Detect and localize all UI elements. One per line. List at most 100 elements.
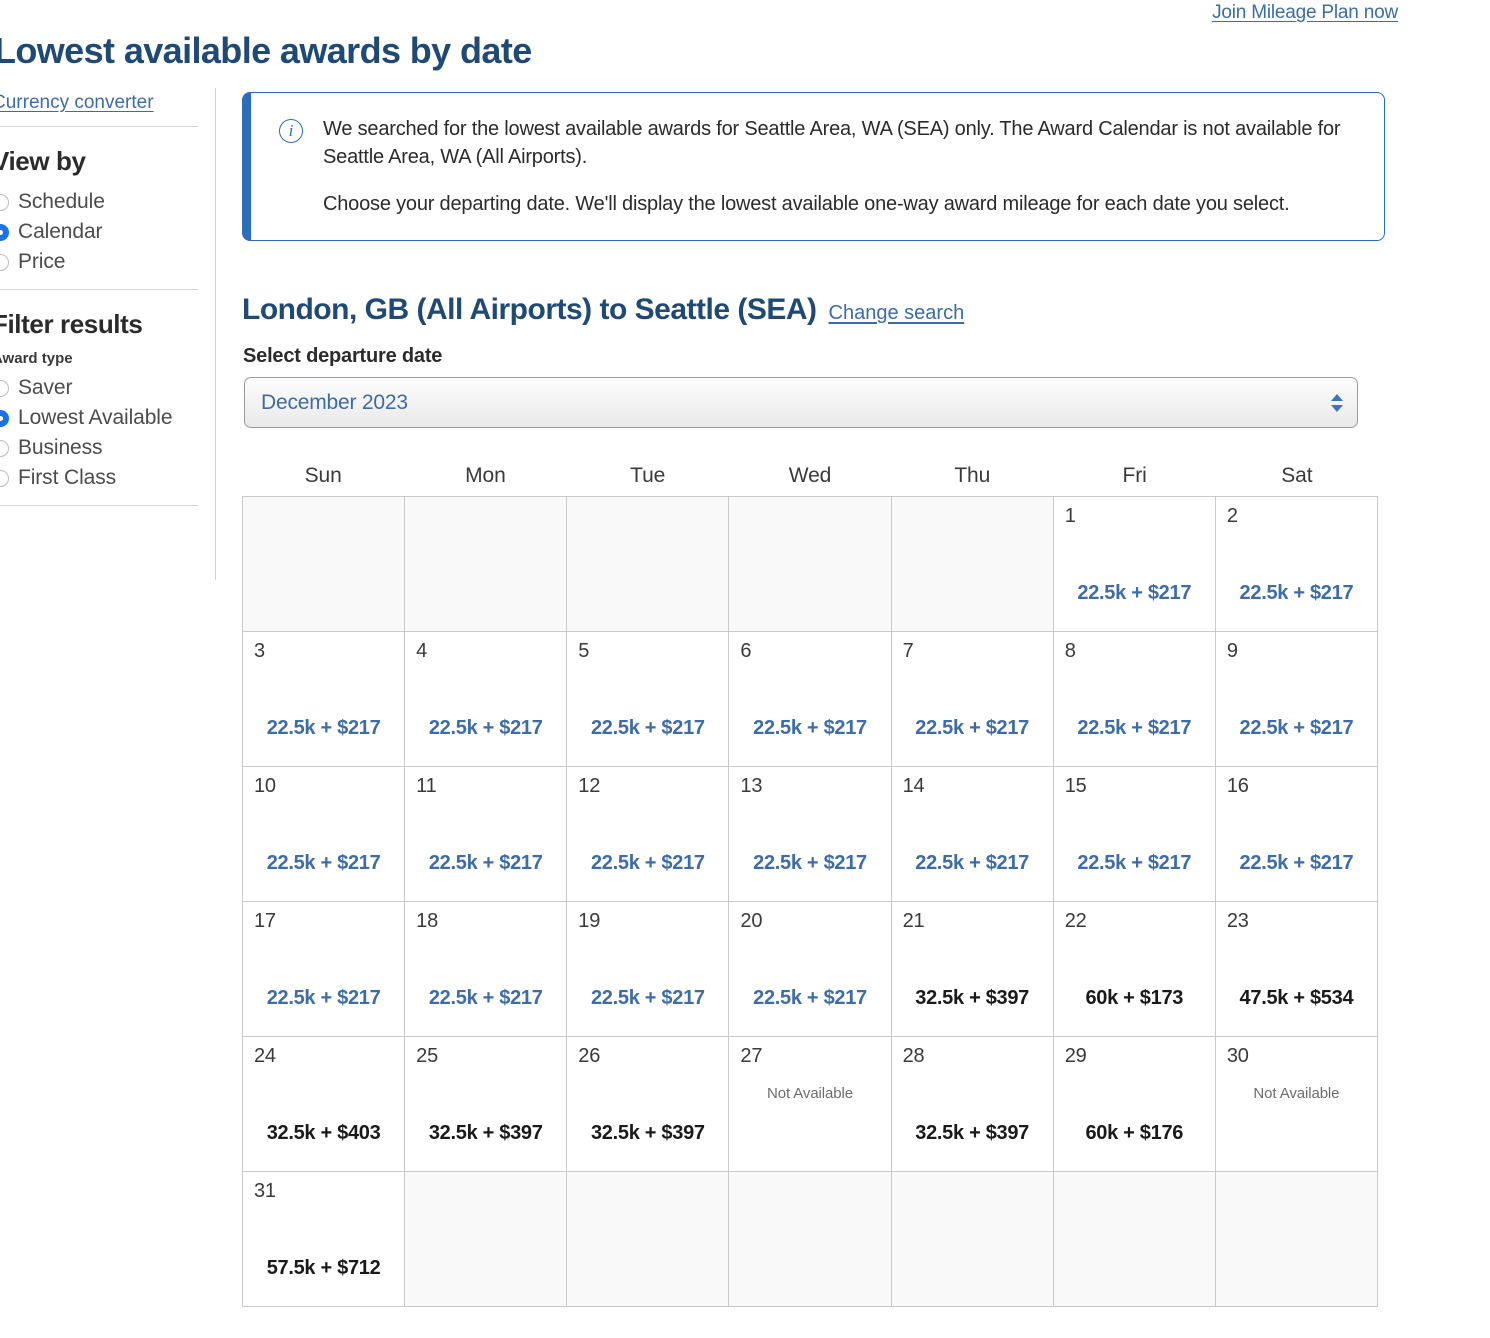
award-type-option-label: Saver <box>18 376 73 399</box>
join-mileage-plan-link[interactable]: Join Mileage Plan now <box>1212 2 1398 24</box>
calendar-day-cell[interactable]: 30 Not Available <box>1215 1037 1378 1172</box>
calendar-day-cell[interactable]: 17 22.5k + $217 <box>243 902 406 1037</box>
calendar-award-price: 22.5k + $217 <box>1239 717 1354 739</box>
calendar-day-cell[interactable]: 14 22.5k + $217 <box>891 767 1054 902</box>
calendar-day-cell[interactable]: 12 22.5k + $217 <box>567 767 730 902</box>
calendar-day-cell[interactable]: 19 22.5k + $217 <box>567 902 730 1037</box>
calendar-award-price: 22.5k + $217 <box>753 852 867 874</box>
calendar-day-cell[interactable]: 4 22.5k + $217 <box>405 632 568 767</box>
calendar-day-cell[interactable]: 13 22.5k + $217 <box>729 767 892 902</box>
calendar-day-number: 20 <box>740 910 763 932</box>
calendar-weekday-wed: Wed <box>788 464 832 487</box>
calendar-day-number: 8 <box>1064 640 1076 662</box>
calendar-day-cell[interactable]: 24 32.5k + $403 <box>243 1037 406 1172</box>
calendar-day-number: 31 <box>254 1180 276 1202</box>
view-by-radio-group: Schedule Calendar Price <box>0 187 208 277</box>
calendar-day-cell[interactable]: 27 Not Available <box>729 1037 892 1172</box>
sidebar-divider-2 <box>0 289 198 290</box>
calendar-day-number: 16 <box>1226 775 1249 797</box>
calendar-cell-empty <box>243 497 406 632</box>
calendar-cell-empty <box>567 497 730 632</box>
calendar-award-price: 22.5k + $217 <box>1239 582 1354 604</box>
radio-icon[interactable] <box>0 439 9 457</box>
radio-icon[interactable] <box>0 193 9 211</box>
radio-icon[interactable] <box>0 409 9 427</box>
calendar-award-price: 22.5k + $217 <box>915 852 1029 874</box>
month-select[interactable]: December 2023 <box>244 377 1358 428</box>
change-search-link[interactable]: Change search <box>829 302 965 325</box>
calendar-day-number: 11 <box>416 775 437 797</box>
calendar-award-price: 22.5k + $217 <box>428 987 543 1009</box>
calendar-award-price: 32.5k + $397 <box>915 987 1029 1009</box>
calendar-day-cell[interactable]: 6 22.5k + $217 <box>729 632 892 767</box>
calendar-day-cell[interactable]: 28 32.5k + $397 <box>891 1037 1054 1172</box>
view-by-option-calendar[interactable]: Calendar <box>0 217 208 247</box>
calendar-day-cell[interactable]: 23 47.5k + $534 <box>1215 902 1378 1037</box>
calendar-award-price: 22.5k + $217 <box>590 852 705 874</box>
calendar-weekday-header: Sun Mon Tue Wed Thu Fri Sat <box>242 464 1378 488</box>
calendar-weekday-thu: Thu <box>954 464 991 487</box>
calendar-day-cell[interactable]: 26 32.5k + $397 <box>567 1037 730 1172</box>
calendar-day-cell[interactable]: 21 32.5k + $397 <box>891 902 1054 1037</box>
calendar-day-cell[interactable]: 5 22.5k + $217 <box>567 632 730 767</box>
calendar-award-price: 22.5k + $217 <box>266 987 381 1009</box>
calendar-day-cell[interactable]: 3 22.5k + $217 <box>243 632 406 767</box>
calendar-award-price: 22.5k + $217 <box>753 717 867 739</box>
calendar-day-cell[interactable]: 31 57.5k + $712 <box>243 1172 406 1307</box>
calendar-cell-empty <box>405 497 568 632</box>
award-type-option-label: First Class <box>18 466 117 489</box>
calendar-award-price: 22.5k + $217 <box>266 852 381 874</box>
radio-icon[interactable] <box>0 469 9 487</box>
calendar-day-number: 27 <box>740 1045 763 1067</box>
calendar-cell-empty <box>891 497 1054 632</box>
calendar-day-number: 2 <box>1226 505 1238 527</box>
calendar-weekday-mon: Mon <box>465 464 506 487</box>
view-by-option-price[interactable]: Price <box>0 247 208 277</box>
calendar-day-cell[interactable]: 22 60k + $173 <box>1053 902 1216 1037</box>
calendar-weekday-sun: Sun <box>304 464 342 487</box>
calendar-day-cell[interactable]: 29 60k + $176 <box>1053 1037 1216 1172</box>
calendar-day-number: 15 <box>1064 775 1087 797</box>
calendar-day-cell[interactable]: 16 22.5k + $217 <box>1215 767 1378 902</box>
award-type-option-saver[interactable]: Saver <box>0 373 208 403</box>
award-type-option-lowest-available[interactable]: Lowest Available <box>0 403 208 433</box>
currency-converter-link[interactable]: Currency converter <box>0 92 154 114</box>
calendar-day-cell[interactable]: 7 22.5k + $217 <box>891 632 1054 767</box>
calendar-day-number: 19 <box>578 910 601 932</box>
route-heading-row: London, GB (All Airports) to Seattle (SE… <box>242 268 964 352</box>
info-circle-icon: i <box>279 119 303 143</box>
calendar-award-price: 57.5k + $712 <box>266 1257 381 1279</box>
calendar-day-number: 17 <box>254 910 276 932</box>
calendar-day-number: 3 <box>254 640 265 662</box>
award-type-option-business[interactable]: Business <box>0 433 208 463</box>
award-type-radio-group: Saver Lowest Available Business First Class <box>0 373 208 493</box>
calendar-day-cell[interactable]: 10 22.5k + $217 <box>243 767 406 902</box>
calendar-award-price: 22.5k + $217 <box>428 852 543 874</box>
calendar-day-cell[interactable]: 15 22.5k + $217 <box>1053 767 1216 902</box>
calendar-day-cell[interactable]: 8 22.5k + $217 <box>1053 632 1216 767</box>
calendar-weekday-fri: Fri <box>1122 464 1147 487</box>
calendar-day-cell[interactable]: 11 22.5k + $217 <box>405 767 568 902</box>
info-paragraph-1: We searched for the lowest available awa… <box>323 118 1341 169</box>
calendar-day-cell[interactable]: 20 22.5k + $217 <box>729 902 892 1037</box>
info-callout-text: We searched for the lowest available awa… <box>323 115 1358 218</box>
calendar-day-cell[interactable]: 18 22.5k + $217 <box>405 902 568 1037</box>
calendar-award-price: 47.5k + $534 <box>1239 987 1354 1009</box>
filter-results-heading: Filter results <box>0 309 143 339</box>
calendar-day-cell[interactable]: 2 22.5k + $217 <box>1215 497 1378 632</box>
calendar-day-cell[interactable]: 9 22.5k + $217 <box>1215 632 1378 767</box>
calendar-day-cell[interactable]: 25 32.5k + $397 <box>405 1037 568 1172</box>
calendar-day-number: 29 <box>1064 1045 1087 1067</box>
radio-icon[interactable] <box>0 253 9 271</box>
month-select-value: December 2023 <box>261 390 408 414</box>
award-type-option-first-class[interactable]: First Class <box>0 463 208 493</box>
calendar-day-cell[interactable]: 1 22.5k + $217 <box>1053 497 1216 632</box>
calendar-day-number: 22 <box>1064 910 1087 932</box>
calendar-cell-empty <box>405 1172 568 1307</box>
radio-icon[interactable] <box>0 223 9 241</box>
calendar-award-price: 22.5k + $217 <box>590 987 705 1009</box>
view-by-option-schedule[interactable]: Schedule <box>0 187 208 217</box>
sidebar-divider-1 <box>0 126 198 127</box>
radio-icon[interactable] <box>0 379 9 397</box>
calendar-cell-empty <box>1215 1172 1378 1307</box>
